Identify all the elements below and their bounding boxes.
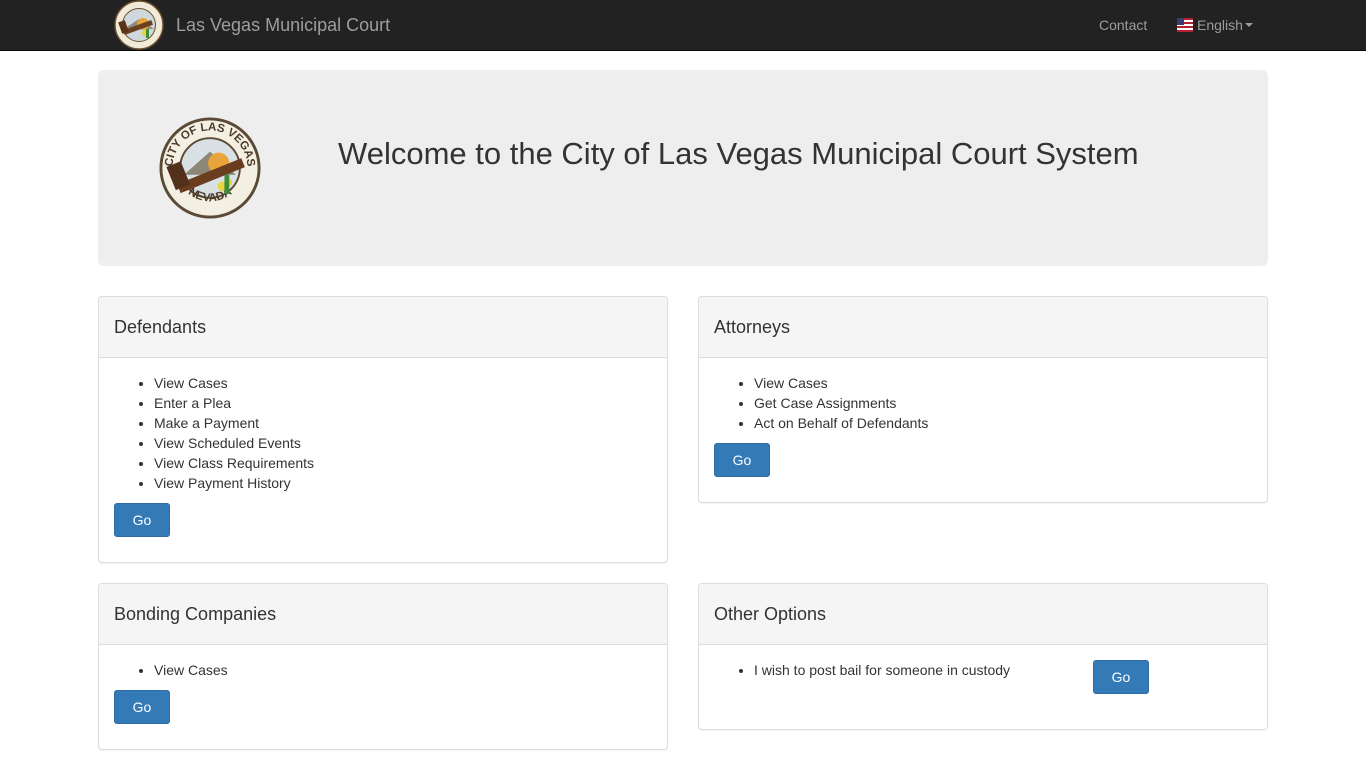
list-item: View Cases	[154, 660, 652, 680]
list-item: View Cases	[154, 373, 652, 393]
caret-down-icon	[1244, 23, 1253, 27]
brand-title: Las Vegas Municipal Court	[176, 15, 391, 35]
attorneys-go-button[interactable]: Go »	[714, 443, 770, 488]
other-options-panel: Other Options I wish to post bail for so…	[698, 583, 1268, 730]
list-item: I wish to post bail for someone in custo…	[754, 660, 1252, 680]
language-dropdown[interactable]: English	[1177, 15, 1253, 35]
list-item: Act on Behalf of Defendants	[754, 413, 1252, 433]
list-item: Enter a Plea	[154, 393, 652, 413]
language-label: English	[1197, 17, 1243, 33]
defendants-panel: Defendants View Cases Enter a Plea Make …	[98, 296, 668, 563]
options-list: View Cases	[154, 660, 652, 680]
panel-body: View Cases Go »	[99, 645, 667, 750]
list-item: View Class Requirements	[154, 453, 652, 473]
list-item: View Payment History	[154, 473, 652, 493]
panel-heading: Defendants	[99, 297, 667, 358]
city-seal-icon: CITY OF LAS VEGAS NEVADA	[159, 117, 261, 219]
panel-heading: Attorneys	[699, 297, 1267, 358]
panel-title: Bonding Companies	[114, 604, 277, 624]
panel-body: View Cases Enter a Plea Make a Payment V…	[99, 358, 667, 563]
panel-body: View Cases Get Case Assignments Act on B…	[699, 358, 1267, 503]
us-flag-icon	[1177, 18, 1193, 32]
list-item: View Cases	[754, 373, 1252, 393]
options-list: I wish to post bail for someone in custo…	[754, 660, 1252, 680]
bonding-go-button[interactable]: Go »	[114, 690, 170, 735]
list-item: Get Case Assignments	[754, 393, 1252, 413]
options-list: View Cases Enter a Plea Make a Payment V…	[154, 373, 652, 493]
brand-link[interactable]: Las Vegas Municipal Court	[113, 0, 390, 50]
post-bail-go-button[interactable]: Go »	[1093, 660, 1149, 705]
attorneys-panel: Attorneys View Cases Get Case Assignment…	[698, 296, 1268, 503]
list-item: View Scheduled Events	[154, 433, 652, 453]
options-list: View Cases Get Case Assignments Act on B…	[754, 373, 1252, 433]
welcome-banner: CITY OF LAS VEGAS NEVADA Welcome to the …	[98, 70, 1268, 266]
defendants-go-button[interactable]: Go »	[114, 503, 170, 548]
page-title: Welcome to the City of Las Vegas Municip…	[338, 136, 1139, 171]
bonding-companies-panel: Bonding Companies View Cases Go »	[98, 583, 668, 750]
top-navbar: Las Vegas Municipal Court Contact Englis…	[0, 0, 1366, 51]
panel-body: I wish to post bail for someone in custo…	[699, 645, 1267, 705]
contact-link[interactable]: Contact	[1099, 15, 1147, 35]
panel-heading: Other Options	[699, 584, 1267, 645]
panel-heading: Bonding Companies	[99, 584, 667, 645]
panel-title: Other Options	[714, 604, 827, 624]
list-item: Make a Payment	[154, 413, 652, 433]
panel-title: Defendants	[114, 317, 207, 337]
city-seal-icon	[114, 0, 164, 50]
panel-title: Attorneys	[714, 317, 791, 337]
